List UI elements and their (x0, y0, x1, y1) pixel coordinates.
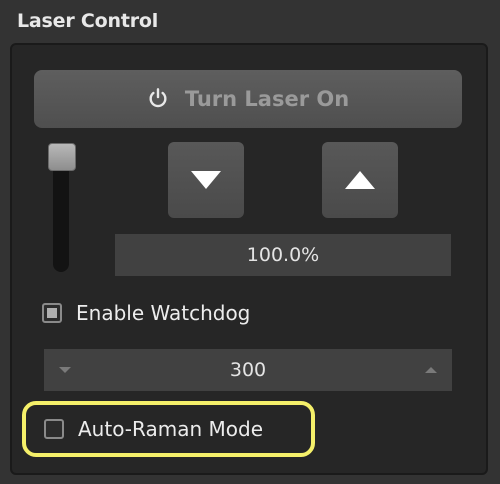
checkbox-checked-mark (47, 308, 57, 318)
watchdog-label: Enable Watchdog (76, 301, 251, 325)
timeout-value[interactable]: 300 (230, 359, 266, 381)
arrow-down-icon (191, 171, 221, 189)
turn-laser-on-button[interactable]: Turn Laser On (34, 70, 462, 128)
spin-up-icon[interactable] (424, 365, 438, 375)
auto-raman-mode-checkbox[interactable]: Auto-Raman Mode (22, 401, 315, 457)
watchdog-timeout-spinbox[interactable]: 300 (44, 349, 452, 391)
panel-title: Laser Control (17, 10, 159, 32)
enable-watchdog-checkbox[interactable]: Enable Watchdog (42, 301, 250, 325)
raman-checkbox-box[interactable] (44, 419, 64, 439)
power-value-display: 100.0% (115, 234, 451, 276)
power-icon (149, 88, 167, 108)
watchdog-checkbox-box[interactable] (42, 303, 62, 323)
decrease-power-button[interactable] (168, 142, 244, 218)
power-slider-handle[interactable] (48, 143, 76, 171)
increase-power-button[interactable] (322, 142, 398, 218)
raman-label: Auto-Raman Mode (78, 417, 263, 441)
spin-down-icon[interactable] (58, 365, 72, 375)
turn-laser-on-label: Turn Laser On (184, 87, 350, 111)
arrow-up-icon (345, 171, 375, 189)
